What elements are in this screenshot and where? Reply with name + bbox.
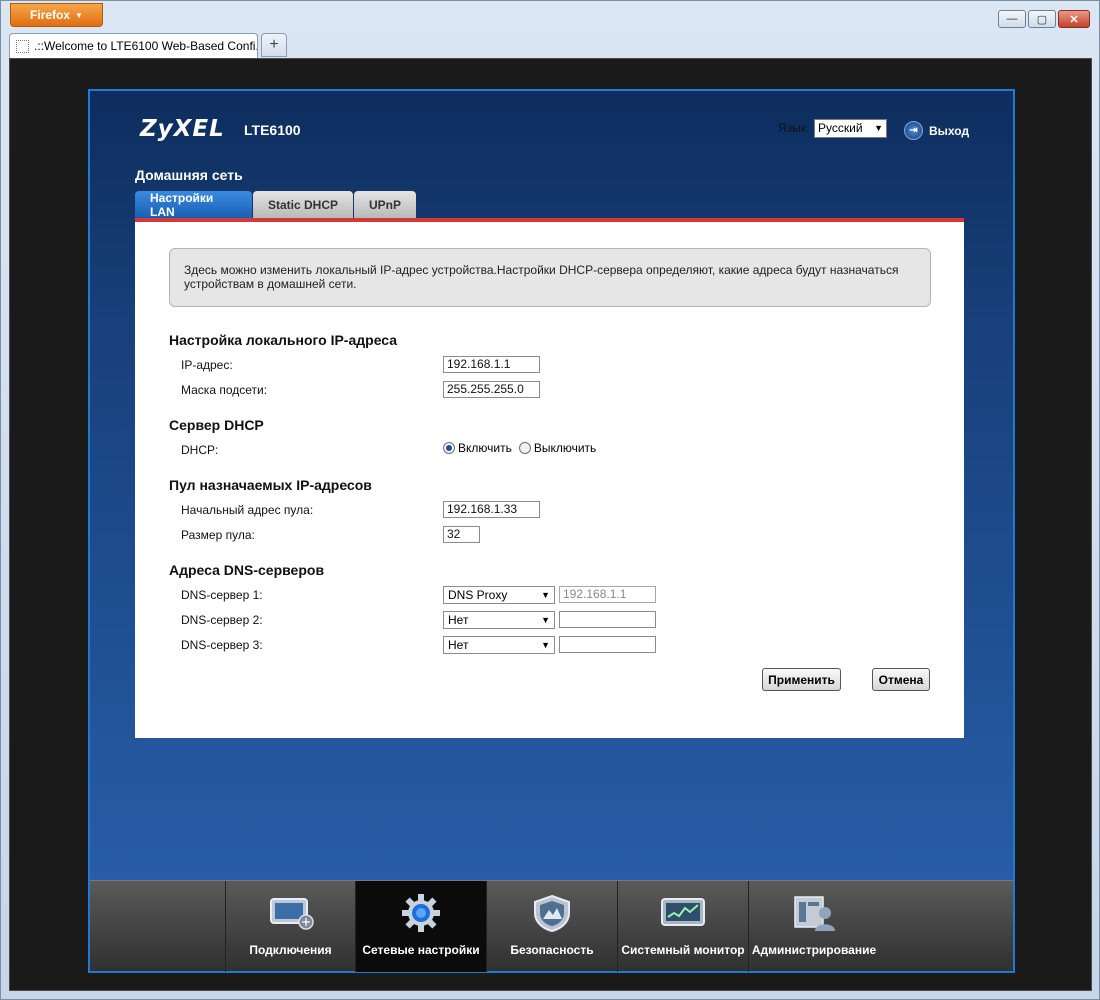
nav-label-network-settings: Сетевые настройки (362, 943, 480, 957)
dns-section-title: Адреса DNS-серверов (169, 562, 325, 578)
dhcp-label: DHCP: (181, 443, 219, 457)
local-ip-section-title: Настройка локального IP-адреса (169, 332, 398, 348)
bottom-nav: Подключения Сетевые настройки Безопаснос… (90, 880, 1013, 972)
chevron-down-icon: ▼ (874, 123, 883, 133)
page-title: Домашняя сеть (135, 167, 243, 183)
ip-address-label: IP-адрес: (181, 358, 233, 372)
browser-tab[interactable]: .::Welcome to LTE6100 Web-Based Confi... (9, 33, 258, 58)
language-select-value: Русский (818, 121, 863, 135)
dhcp-enable-radio[interactable] (443, 442, 455, 454)
nav-label-security: Безопасность (510, 943, 594, 957)
dns3-mode-value: Нет (448, 638, 469, 652)
connections-icon (268, 893, 314, 933)
dropdown-arrow-icon: ▼ (75, 10, 83, 20)
logout-label: Выход (929, 123, 970, 138)
dns3-label: DNS-сервер 3: (181, 638, 263, 652)
nav-item-administration[interactable]: Администрирование (748, 881, 879, 972)
pool-start-input[interactable]: 192.168.1.33 (443, 501, 540, 518)
language-select[interactable]: Русский ▼ (814, 119, 887, 138)
dhcp-radio-group: Включить Выключить (443, 441, 596, 455)
nav-label-system-monitor: Системный монитор (621, 943, 745, 957)
chevron-down-icon: ▼ (541, 640, 550, 650)
tab-upnp[interactable]: UPnP (354, 191, 417, 218)
dns1-address-input[interactable]: 192.168.1.1 (559, 586, 656, 603)
section-tabs: Настройки LAN Static DHCP UPnP (135, 191, 417, 219)
new-tab-button[interactable]: + (261, 33, 287, 57)
info-box: Здесь можно изменить локальный IP-адрес … (169, 248, 931, 307)
dns1-mode-select[interactable]: DNS Proxy ▼ (443, 586, 555, 604)
dhcp-section-title: Сервер DHCP (169, 417, 264, 433)
logout-link[interactable]: ⇥ Выход (904, 121, 969, 140)
page-favicon-icon (16, 39, 29, 53)
dns2-address-input[interactable] (559, 611, 656, 628)
subnet-mask-input[interactable]: 255.255.255.0 (443, 381, 540, 398)
dns2-mode-select[interactable]: Нет ▼ (443, 611, 555, 629)
dns2-mode-value: Нет (448, 613, 469, 627)
administration-icon (791, 893, 837, 933)
device-model: LTE6100 (244, 122, 301, 138)
dns1-label: DNS-сервер 1: (181, 588, 263, 602)
nav-label-connections: Подключения (249, 943, 332, 957)
settings-panel: Здесь можно изменить локальный IP-адрес … (135, 222, 964, 738)
security-shield-icon (529, 893, 575, 933)
tab-static-dhcp[interactable]: Static DHCP (253, 191, 354, 218)
firefox-menu-button[interactable]: Firefox ▼ (10, 3, 103, 27)
dhcp-disable-label: Выключить (533, 441, 597, 455)
dns3-address-input[interactable] (559, 636, 656, 653)
window-controls: — ▢ ✕ (998, 10, 1090, 28)
browser-tab-title: .::Welcome to LTE6100 Web-Based Confi... (34, 39, 258, 53)
nav-item-connections[interactable]: Подключения (225, 881, 355, 972)
brand-logo: ZyXEL (140, 116, 225, 142)
pool-size-label: Размер пула: (181, 528, 255, 542)
chevron-down-icon: ▼ (541, 590, 550, 600)
chevron-down-icon: ▼ (541, 615, 550, 625)
nav-item-system-monitor[interactable]: Системный монитор (617, 881, 748, 972)
nav-item-network-settings[interactable]: Сетевые настройки (355, 881, 486, 972)
firefox-menu-label: Firefox (30, 8, 71, 22)
router-page: ZyXEL LTE6100 Язык: Русский ▼ ⇥ Выход До… (88, 89, 1015, 973)
minimize-button[interactable]: — (998, 10, 1026, 28)
pool-section-title: Пул назначаемых IP-адресов (169, 477, 372, 493)
ip-address-input[interactable]: 192.168.1.1 (443, 356, 540, 373)
language-label: Язык: (778, 121, 810, 135)
apply-button[interactable]: Применить (762, 668, 841, 691)
cancel-button[interactable]: Отмена (872, 668, 930, 691)
dns2-label: DNS-сервер 2: (181, 613, 263, 627)
dns1-mode-value: DNS Proxy (448, 588, 508, 602)
nav-label-administration: Администрирование (751, 943, 877, 957)
pool-size-input[interactable]: 32 (443, 526, 480, 543)
logout-icon: ⇥ (904, 121, 923, 140)
dhcp-enable-label: Включить (458, 441, 512, 455)
pool-start-label: Начальный адрес пула: (181, 503, 314, 517)
subnet-mask-label: Маска подсети: (181, 383, 268, 397)
system-monitor-icon (660, 893, 706, 933)
close-button[interactable]: ✕ (1058, 10, 1090, 28)
maximize-button[interactable]: ▢ (1028, 10, 1056, 28)
dns3-mode-select[interactable]: Нет ▼ (443, 636, 555, 654)
dhcp-disable-radio[interactable] (518, 442, 531, 454)
tab-lan-settings[interactable]: Настройки LAN (135, 191, 252, 219)
nav-item-security[interactable]: Безопасность (486, 881, 617, 972)
network-settings-gear-icon (398, 893, 444, 933)
